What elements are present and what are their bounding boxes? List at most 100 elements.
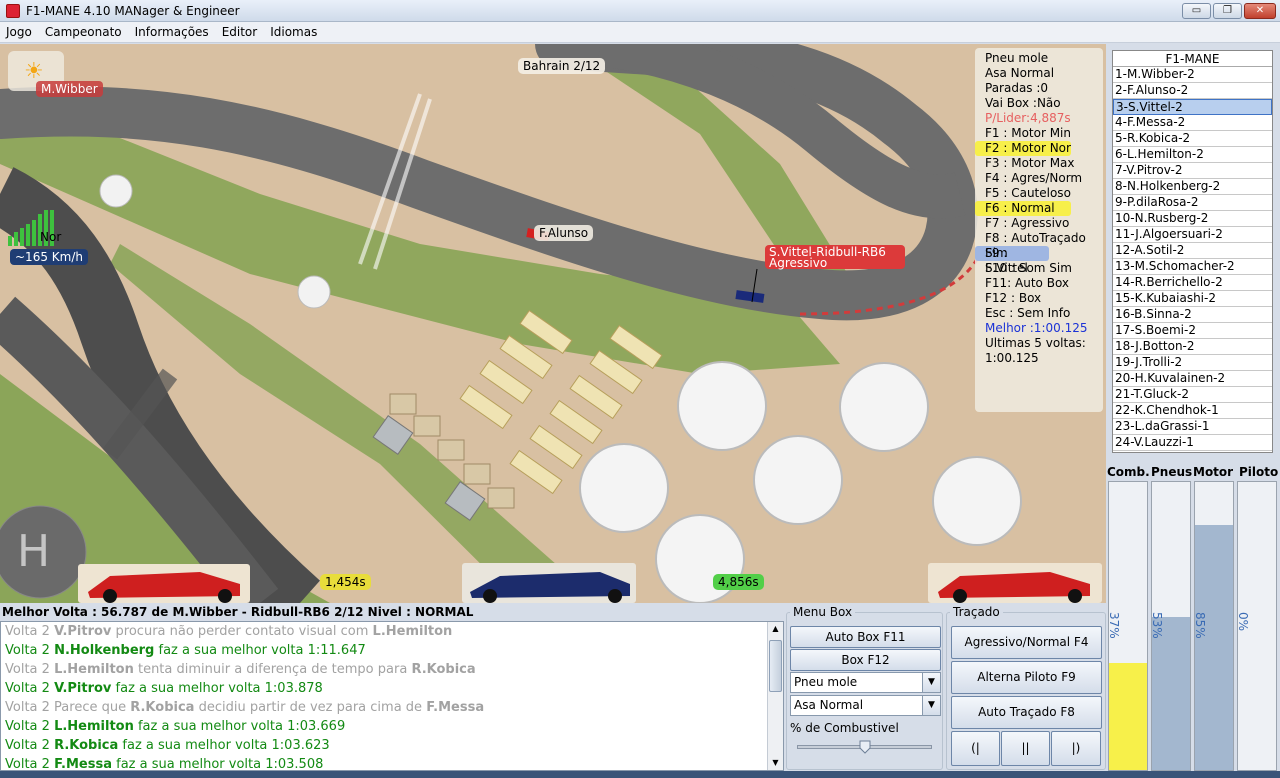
gap-left: 1,454s — [320, 574, 371, 590]
log-text: decidiu partir de vez para cima de — [194, 700, 427, 715]
standings-row[interactable]: 8-N.Holkenberg-2 — [1113, 179, 1272, 195]
menu-idiomas[interactable]: Idiomas — [264, 22, 324, 39]
standings-row[interactable]: 12-A.Sotil-2 — [1113, 243, 1272, 259]
line-left-button[interactable]: (| — [951, 731, 1000, 766]
menu-jogo[interactable]: Jogo — [0, 22, 39, 39]
log-text: faz a sua melhor volta 1:03.669 — [133, 719, 346, 734]
chevron-down-icon[interactable]: ▼ — [922, 696, 940, 715]
restore-button[interactable]: ❐ — [1213, 3, 1242, 19]
track-map — [0, 44, 1106, 603]
alternate-driver-button[interactable]: Alterna Piloto F9 — [951, 661, 1102, 694]
log-text: Volta 2 — [5, 738, 55, 753]
log-text: Volta 2 — [5, 719, 55, 734]
standings-row[interactable]: 4-F.Messa-2 — [1113, 115, 1272, 131]
standings-row[interactable]: 2-F.Alunso-2 — [1113, 83, 1272, 99]
standings-row[interactable]: 7-V.Pitrov-2 — [1113, 163, 1272, 179]
log-driver-name: F.Messa — [426, 700, 485, 715]
fuel-slider-knob[interactable] — [859, 740, 871, 754]
line-center-button[interactable]: || — [1001, 731, 1050, 766]
standings-row[interactable]: 22-K.Chendhok-1 — [1113, 403, 1272, 419]
info-f10: F10 : Som Sim — [985, 261, 1072, 275]
log-line: Volta 2 R.Kobica faz a sua melhor volta … — [1, 736, 783, 755]
info-last5-label: Ultimas 5 voltas: — [985, 336, 1086, 350]
log-driver-name: F.Messa — [54, 757, 112, 771]
gauge-engine: 85% — [1193, 481, 1234, 771]
signal-label: Nor — [40, 230, 62, 244]
standings-row[interactable]: 11-J.Algoersuari-2 — [1113, 227, 1272, 243]
log-text: faz a sua melhor volta 1:11.647 — [154, 643, 366, 658]
log-text: tenta diminuir a diferença de tempo para — [133, 662, 412, 677]
standings-row[interactable]: 24-V.Lauzzi-1 — [1113, 435, 1272, 451]
standings-row[interactable]: 21-T.Gluck-2 — [1113, 387, 1272, 403]
tyre-select[interactable]: Pneu mole ▼ — [790, 672, 941, 693]
log-scrollbar[interactable]: ▲ ▼ — [767, 622, 783, 770]
gauge-engine-fill — [1195, 525, 1233, 770]
app-icon — [6, 4, 20, 18]
standings-row[interactable]: 16-B.Sinna-2 — [1113, 307, 1272, 323]
gauge-tyres-value: 53% — [1150, 612, 1164, 639]
standings-row[interactable]: 5-R.Kobica-2 — [1113, 131, 1272, 147]
gap-right: 4,856s — [713, 574, 764, 590]
log-driver-name: L.Hemilton — [54, 662, 134, 677]
close-button[interactable]: ✕ — [1244, 3, 1276, 19]
wing-select[interactable]: Asa Normal ▼ — [790, 695, 941, 716]
gauges-header: Comb. Pneus Motor Piloto — [1106, 464, 1280, 480]
standings-row[interactable]: 9-P.dilaRosa-2 — [1113, 195, 1272, 211]
track-view[interactable]: ☀ Bahrain 2/12 M.Wibber F.Alunso S.Vitte… — [0, 44, 1106, 603]
aggressive-normal-button[interactable]: Agressivo/Normal F4 — [951, 626, 1102, 659]
standings-row[interactable]: 18-J.Botton-2 — [1113, 339, 1272, 355]
info-f5: F5 : Cauteloso — [985, 186, 1071, 200]
standings-row[interactable]: 17-S.Boemi-2 — [1113, 323, 1272, 339]
log-line: Volta 2 F.Messa faz a sua melhor volta 1… — [1, 755, 783, 771]
gauge-tyres-fill — [1152, 617, 1190, 770]
driver-tag-vittel-mode: Agressivo — [769, 256, 828, 270]
log-text: faz a sua melhor volta 1:03.508 — [111, 757, 324, 771]
standings-row[interactable]: 15-K.Kubaiashi-2 — [1113, 291, 1272, 307]
standings-row[interactable]: 20-H.Kuvalainen-2 — [1113, 371, 1272, 387]
log-text: Volta 2 — [5, 757, 55, 771]
gauge-fuel-value: 37% — [1107, 612, 1121, 639]
standings-row[interactable]: 19-J.Trolli-2 — [1113, 355, 1272, 371]
scroll-down-icon[interactable]: ▼ — [768, 756, 783, 770]
minimize-button[interactable]: ▭ — [1182, 3, 1211, 19]
fuel-slider[interactable] — [797, 740, 932, 754]
log-driver-name: V.Pitrov — [54, 681, 112, 696]
menu-editor[interactable]: Editor — [216, 22, 265, 39]
gauge-header-driver: Piloto — [1239, 465, 1279, 479]
info-esc: Esc : Sem Info — [985, 306, 1071, 320]
race-label: Bahrain 2/12 — [518, 58, 606, 74]
info-tyre: Pneu mole — [985, 51, 1049, 65]
standings-row[interactable]: 14-R.Berrichello-2 — [1113, 275, 1272, 291]
auto-tracado-button[interactable]: Auto Traçado F8 — [951, 696, 1102, 729]
info-panel: Pneu mole Asa Normal Paradas :0 Vai Box … — [975, 48, 1103, 412]
race-log[interactable]: Volta 2 V.Pitrov procura não perder cont… — [0, 621, 784, 771]
standings-row[interactable]: 1-M.Wibber-2 — [1113, 67, 1272, 83]
standings-row[interactable]: 3-S.Vittel-2 — [1113, 99, 1272, 115]
log-scroll-thumb[interactable] — [769, 640, 782, 692]
standings-list[interactable]: F1-MANE 1-M.Wibber-2 2-F.Alunso-2 3-S.Vitt… — [1112, 50, 1273, 453]
log-text: Volta 2 Parece que — [5, 700, 131, 715]
wing-select-value: Asa Normal — [794, 698, 864, 712]
standings-row[interactable]: 23-L.daGrassi-1 — [1113, 419, 1272, 435]
auto-box-button[interactable]: Auto Box F11 — [790, 626, 941, 648]
info-f7: F7 : Agressivo — [985, 216, 1070, 230]
log-driver-name: L.Hemilton — [54, 719, 134, 734]
line-right-button[interactable]: |) — [1051, 731, 1101, 766]
scroll-up-icon[interactable]: ▲ — [768, 622, 783, 636]
standings-row[interactable]: 6-L.Hemilton-2 — [1113, 147, 1272, 163]
window-title: F1-MANE 4.10 MANager & Engineer — [26, 4, 240, 18]
standings-row[interactable]: 10-N.Rusberg-2 — [1113, 211, 1272, 227]
log-driver-name: R.Kobica — [130, 700, 195, 715]
info-stops: Paradas :0 — [985, 81, 1049, 95]
log-text: procura não perder contato visual com — [111, 624, 373, 639]
gauge-tyres: 53% — [1150, 481, 1191, 771]
os-taskbar — [0, 771, 1280, 778]
chevron-down-icon[interactable]: ▼ — [922, 673, 940, 692]
box-button[interactable]: Box F12 — [790, 649, 941, 671]
menu-campeonato[interactable]: Campeonato — [39, 22, 129, 39]
menu-informacoes[interactable]: Informações — [129, 22, 216, 39]
info-f3: F3 : Motor Max — [985, 156, 1075, 170]
menu-box-title: Menu Box — [790, 605, 856, 619]
standings-row[interactable]: 13-M.Schomacher-2 — [1113, 259, 1272, 275]
log-text: Volta 2 — [5, 662, 55, 677]
